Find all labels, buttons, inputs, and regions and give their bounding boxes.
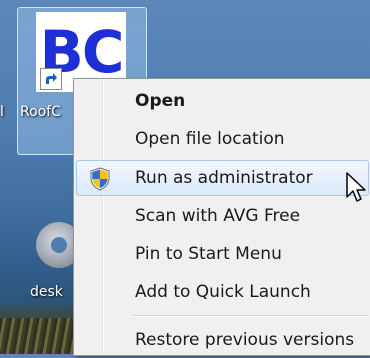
menu-item-label: Open — [135, 91, 186, 111]
menu-item-add-to-quick-launch[interactable]: Add to Quick Launch — [76, 274, 369, 310]
menu-item-run-as-administrator[interactable]: Run as administrator — [76, 160, 369, 196]
menu-item-label: Run as administrator — [135, 168, 313, 188]
menu-item-pin-to-start-menu[interactable]: Pin to Start Menu — [76, 236, 369, 272]
menu-item-open[interactable]: Open — [76, 83, 369, 119]
menu-separator — [133, 315, 367, 317]
desktop-icon-label: desk — [30, 284, 63, 300]
mouse-pointer-icon — [346, 172, 366, 202]
desktop-icon-label: RoofC — [20, 104, 61, 120]
menu-item-label: Scan with AVG Free — [135, 206, 301, 226]
menu-item-label: Add to Quick Launch — [135, 282, 311, 302]
desktop-icon-label-partial: l — [0, 104, 4, 120]
menu-item-label: Open file location — [135, 129, 285, 149]
menu-item-open-file-location[interactable]: Open file location — [76, 121, 369, 157]
menu-item-label: Restore previous versions — [135, 330, 355, 350]
shortcut-arrow-icon — [40, 68, 62, 90]
context-menu: Open Open file location Run as administr… — [73, 78, 370, 356]
menu-item-scan-with-avg[interactable]: Scan with AVG Free — [76, 198, 369, 234]
menu-item-restore-previous-versions[interactable]: Restore previous versions — [76, 322, 369, 358]
uac-shield-icon — [90, 167, 110, 191]
menu-item-label: Pin to Start Menu — [135, 244, 282, 264]
